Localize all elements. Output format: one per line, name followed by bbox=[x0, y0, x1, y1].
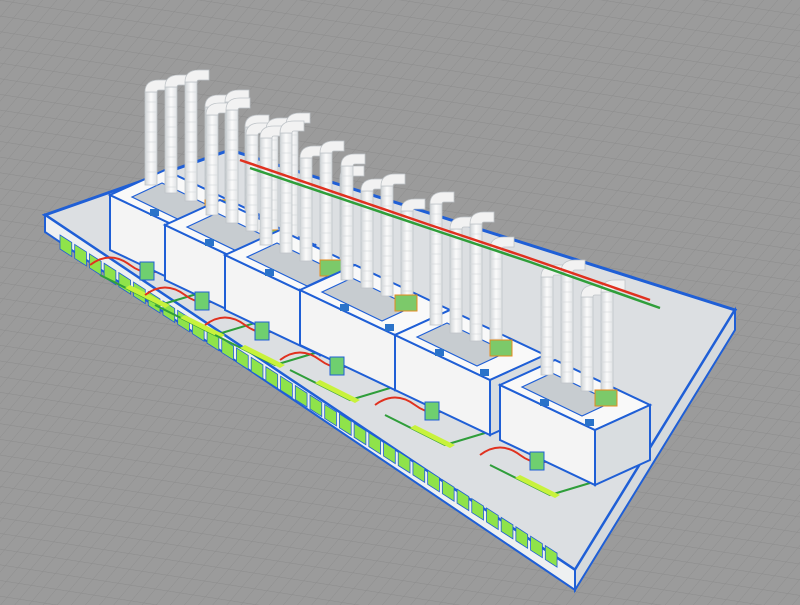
stack-duct bbox=[340, 165, 354, 281]
access-door bbox=[329, 356, 345, 376]
fan-unit bbox=[435, 349, 444, 356]
fan-unit bbox=[340, 304, 349, 311]
plant-3d-render bbox=[0, 0, 800, 605]
stack-duct bbox=[225, 109, 239, 224]
equipment-cabinet bbox=[489, 339, 513, 357]
access-door bbox=[194, 291, 210, 311]
stack-duct bbox=[259, 137, 273, 246]
access-door bbox=[139, 261, 155, 281]
fan-unit bbox=[480, 369, 489, 376]
stack-duct bbox=[600, 291, 614, 400]
access-door bbox=[424, 401, 440, 421]
stack-duct bbox=[449, 228, 463, 334]
stack-duct bbox=[299, 157, 313, 262]
fan-unit bbox=[540, 399, 549, 406]
stack-duct bbox=[245, 134, 259, 232]
stack-duct bbox=[380, 185, 394, 297]
render-canvas bbox=[0, 0, 800, 605]
access-door bbox=[254, 321, 270, 341]
stack-duct bbox=[184, 81, 198, 202]
fan-unit bbox=[585, 419, 594, 426]
fan-unit bbox=[385, 324, 394, 331]
stack-duct bbox=[560, 271, 574, 384]
stack-duct bbox=[144, 91, 158, 186]
stack-duct bbox=[429, 203, 443, 326]
stack-duct bbox=[319, 152, 333, 270]
access-door bbox=[529, 451, 545, 471]
equipment-cabinet bbox=[594, 389, 618, 407]
stack-duct bbox=[540, 276, 554, 376]
stack-duct bbox=[400, 210, 414, 305]
fan-unit bbox=[265, 269, 274, 276]
equipment-cabinet bbox=[394, 294, 418, 312]
fan-unit bbox=[205, 239, 214, 246]
fan-unit bbox=[150, 209, 159, 216]
